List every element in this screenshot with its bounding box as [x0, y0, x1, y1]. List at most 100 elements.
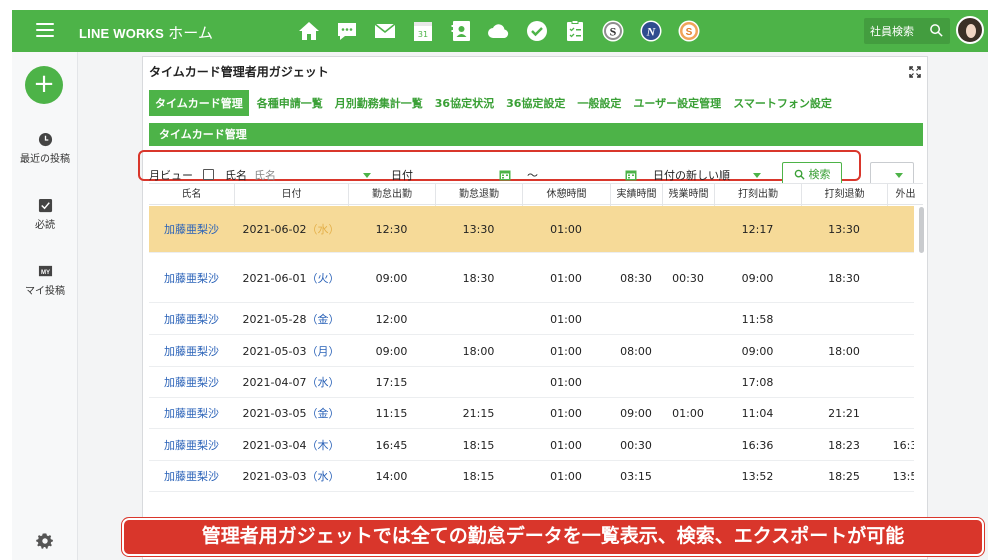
cell-att-in: 12:00: [375, 313, 408, 326]
avatar[interactable]: [956, 16, 984, 44]
cell-date: 2021-06-01（火）: [234, 255, 348, 302]
column-header-name[interactable]: 氏名: [149, 184, 234, 206]
cell-stamp-in: 12:17: [741, 223, 774, 236]
gear-icon[interactable]: [36, 532, 54, 550]
cell-stamp-in: 11:58: [741, 313, 774, 326]
column-header-att-out[interactable]: 勤怠退勤: [435, 184, 522, 206]
brand-name: LINE WORKS: [79, 26, 165, 41]
svg-text:S: S: [610, 25, 617, 39]
cell-date-value: 2021-03-04: [242, 439, 307, 452]
checkbox-icon: [38, 198, 52, 213]
check-icon[interactable]: [518, 18, 556, 44]
cell-name[interactable]: 加藤亜梨沙: [149, 206, 234, 252]
tab-36-status[interactable]: 36協定状況: [435, 95, 494, 111]
search-icon: [794, 169, 805, 180]
cloud-icon[interactable]: [480, 18, 518, 44]
cell-break: 01:00: [550, 376, 582, 389]
home-icon[interactable]: [290, 18, 328, 44]
column-header-overtime[interactable]: 残業時間: [662, 184, 714, 206]
name-dropdown-caret[interactable]: [363, 173, 371, 178]
tab-smartphone-settings[interactable]: スマートフォン設定: [733, 95, 832, 111]
coin-app-icon[interactable]: S: [670, 18, 708, 44]
cell-name[interactable]: 加藤亜梨沙: [149, 255, 234, 302]
table-row[interactable]: 加藤亜梨沙 2021-05-28（金） 12:00 01:00 11:58: [149, 305, 914, 335]
cell-name[interactable]: 加藤亜梨沙: [149, 368, 234, 397]
cell-out: 16:3: [892, 439, 914, 452]
column-header-stamp-in[interactable]: 打刻出勤: [714, 184, 801, 206]
column-header-out[interactable]: 外出: [887, 184, 923, 206]
table-row[interactable]: 加藤亜梨沙 2021-03-04（木） 16:45 18:15 01:00 00:30 16…: [149, 431, 914, 461]
cell-name[interactable]: 加藤亜梨沙: [149, 305, 234, 334]
search-button-label: 検索: [808, 168, 831, 181]
table-scrollbar[interactable]: [919, 207, 924, 253]
nav-item-label: 必読: [35, 220, 55, 231]
menu-icon[interactable]: [36, 23, 54, 37]
tab-36-settings[interactable]: 36協定設定: [506, 95, 565, 111]
cell-stamp-in: 13:52: [741, 470, 774, 483]
tab-monthly-summary[interactable]: 月別勤務集計一覧: [335, 95, 423, 111]
nav-item-required[interactable]: 必読: [12, 198, 78, 231]
cell-weekday: （金）: [306, 313, 340, 326]
end-date-calendar-icon[interactable]: [625, 169, 637, 181]
tab-general-settings[interactable]: 一般設定: [577, 95, 621, 111]
cell-name[interactable]: 加藤亜梨沙: [149, 399, 234, 428]
nav-item-my-posts[interactable]: MY マイ投稿: [12, 264, 78, 297]
app-window: LINE WORKS ホーム 31 S N S 社員検索 + 最近の投稿 必読 …: [12, 10, 988, 560]
cell-att-in: 14:00: [375, 470, 408, 483]
calendar-badge: 31: [418, 30, 428, 39]
cell-att-out: 18:30: [462, 272, 495, 285]
tab-timecard-management[interactable]: タイムカード管理: [149, 90, 249, 116]
cell-stamp-in: 11:04: [741, 407, 774, 420]
table-row[interactable]: 加藤亜梨沙 2021-04-07（水） 17:15 01:00 17:08: [149, 368, 914, 398]
column-header-stamp-out[interactable]: 打刻退勤: [801, 184, 887, 206]
table-row[interactable]: 加藤亜梨沙 2021-06-02（水） 12:30 13:30 01:00 12:17 13…: [149, 206, 914, 253]
table-row[interactable]: 加藤亜梨沙 2021-05-03（月） 09:00 18:00 01:00 08:00 09…: [149, 337, 914, 367]
table-row[interactable]: 加藤亜梨沙 2021-03-03（水） 14:00 18:15 01:00 03:15 13…: [149, 462, 914, 492]
clipboard-icon[interactable]: [556, 18, 594, 44]
cell-name[interactable]: 加藤亜梨沙: [149, 462, 234, 491]
cell-att-out: 21:15: [462, 407, 495, 420]
n-app-icon[interactable]: N: [632, 18, 670, 44]
cell-actual: 09:00: [620, 407, 652, 420]
cell-actual: 00:30: [620, 439, 652, 452]
cell-date: 2021-05-28（金）: [234, 305, 348, 334]
s-app-icon[interactable]: S: [594, 18, 632, 44]
cell-stamp-out: 13:30: [828, 223, 860, 236]
cell-name[interactable]: 加藤亜梨沙: [149, 337, 234, 366]
cell-att-in: 12:30: [375, 223, 408, 236]
cell-stamp-in: 09:00: [741, 272, 774, 285]
chevron-down-icon: [895, 173, 903, 178]
tab-requests[interactable]: 各種申請一覧: [257, 95, 323, 111]
cell-date-value: 2021-03-03: [242, 470, 307, 483]
nav-item-recent[interactable]: 最近の投稿: [12, 132, 78, 165]
cell-date: 2021-03-05（金）: [234, 399, 348, 428]
svg-text:S: S: [686, 27, 693, 38]
start-date-calendar-icon[interactable]: [499, 169, 511, 181]
my-icon: MY: [38, 265, 52, 277]
tab-user-settings[interactable]: ユーザー設定管理: [633, 95, 721, 111]
sort-select[interactable]: 日付の新しい順: [653, 167, 730, 183]
table-row[interactable]: 加藤亜梨沙 2021-06-01（火） 09:00 18:30 01:00 08:30 00…: [149, 255, 914, 303]
cell-stamp-out: 18:30: [828, 272, 860, 285]
month-view-checkbox[interactable]: [203, 169, 214, 180]
column-header-date[interactable]: 日付: [234, 184, 348, 206]
cell-att-out: 18:15: [462, 439, 495, 452]
column-header-actual[interactable]: 実績時間: [610, 184, 662, 206]
employee-search-input[interactable]: 社員検索: [864, 18, 950, 44]
cell-date: 2021-05-03（月）: [234, 337, 348, 366]
mail-icon[interactable]: [366, 18, 404, 44]
sort-dropdown-caret[interactable]: [753, 173, 761, 178]
calendar-icon[interactable]: 31: [404, 18, 442, 44]
contacts-icon[interactable]: [442, 18, 480, 44]
column-header-att-in[interactable]: 勤怠出勤: [348, 184, 435, 206]
cell-stamp-in: 16:36: [741, 439, 774, 452]
chat-icon[interactable]: [328, 18, 366, 44]
cell-name[interactable]: 加藤亜梨沙: [149, 431, 234, 460]
expand-icon[interactable]: [909, 66, 921, 78]
table-row[interactable]: 加藤亜梨沙 2021-03-05（金） 11:15 21:15 01:00 09:00 01…: [149, 399, 914, 429]
cell-weekday: （水）: [306, 223, 340, 236]
app-brand[interactable]: LINE WORKS ホーム: [79, 22, 213, 43]
column-header-break[interactable]: 休憩時間: [522, 184, 610, 206]
name-filter-select[interactable]: 氏名: [254, 167, 276, 183]
compose-button[interactable]: +: [25, 66, 63, 104]
